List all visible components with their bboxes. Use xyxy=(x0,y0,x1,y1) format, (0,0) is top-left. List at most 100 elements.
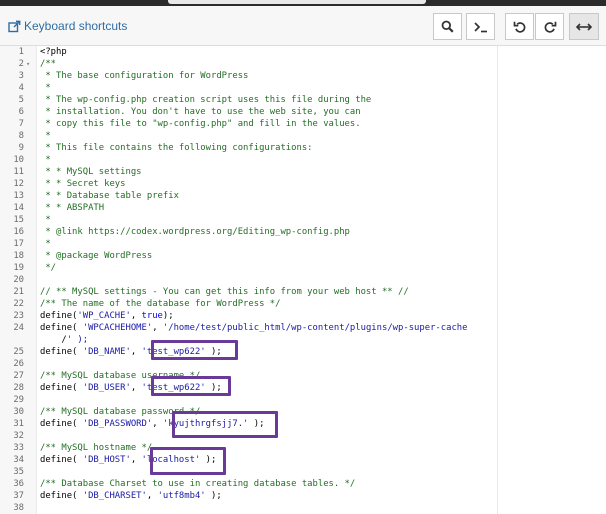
code-line[interactable]: 18 * @package WordPress xyxy=(0,250,606,262)
line-number: 37 xyxy=(13,491,24,501)
editor-toolbar: Keyboard shortcuts xyxy=(0,6,606,46)
line-number: 6 xyxy=(18,107,24,117)
line-code: * xyxy=(40,215,51,225)
line-code: * xyxy=(40,83,51,93)
code-line[interactable]: 21 // ** MySQL settings - You can get thi… xyxy=(0,286,606,298)
code-line[interactable]: 36 /** Database Charset to use in creatin… xyxy=(0,478,606,490)
code-line[interactable]: 14 * * ABSPATH xyxy=(0,202,606,214)
code-line[interactable]: 37 define( 'DB_CHARSET', 'utf8mb4' ); xyxy=(0,490,606,502)
code-line[interactable]: 20 xyxy=(0,274,606,286)
code-line[interactable]: 27 /** MySQL database username */ xyxy=(0,370,606,382)
undo-button[interactable] xyxy=(505,13,534,40)
code-line[interactable]: 2 ▾ /** xyxy=(0,58,606,70)
code-line[interactable]: 19 */ xyxy=(0,262,606,274)
line-code: * xyxy=(40,155,51,165)
line-number: 29 xyxy=(13,395,24,405)
line-number: 38 xyxy=(13,503,24,513)
code-line[interactable]: 7 * copy this file to "wp-config.php" an… xyxy=(0,118,606,130)
code-line[interactable]: 8 * xyxy=(0,130,606,142)
code-line[interactable]: 11 * * MySQL settings xyxy=(0,166,606,178)
line-number: 34 xyxy=(13,455,24,465)
line-code: * The wp-config.php creation script uses… xyxy=(40,95,372,105)
line-number: 25 xyxy=(13,347,24,357)
redo-icon xyxy=(543,20,557,34)
line-code: /** The name of the database for WordPre… xyxy=(40,299,281,309)
browser-tab xyxy=(168,0,426,4)
external-link-icon xyxy=(8,20,21,33)
word-wrap-toggle[interactable] xyxy=(569,13,599,40)
line-code: * * Secret keys xyxy=(40,179,126,189)
line-number: 17 xyxy=(13,239,24,249)
code-line[interactable]: 1 <?php xyxy=(0,46,606,58)
code-line[interactable]: 38 xyxy=(0,502,606,514)
code-line[interactable]: 33 /** MySQL hostname */ xyxy=(0,442,606,454)
line-code: * This file contains the following confi… xyxy=(40,143,313,153)
code-line[interactable]: 32 xyxy=(0,430,606,442)
search-button[interactable] xyxy=(433,13,462,40)
line-number: 22 xyxy=(13,299,24,309)
goto-line-button[interactable] xyxy=(466,13,495,40)
code-line[interactable]: 25 define( 'DB_NAME', 'test_wp622' ); xyxy=(0,346,606,358)
code-line[interactable]: 13 * * Database table prefix xyxy=(0,190,606,202)
line-number: 16 xyxy=(13,227,24,237)
code-line[interactable]: 3 * The base configuration for WordPress xyxy=(0,70,606,82)
code-line[interactable]: 35 xyxy=(0,466,606,478)
line-number: 26 xyxy=(13,359,24,369)
line-number: 30 xyxy=(13,407,24,417)
code-line[interactable]: 24 define( 'WPCACHEHOME', '/home/test/pub… xyxy=(0,322,606,334)
line-code: /** xyxy=(40,59,57,69)
line-number: 24 xyxy=(13,323,24,333)
line-code: define( 'DB_HOST', 'localhost' ); xyxy=(40,455,217,465)
search-icon xyxy=(441,20,454,33)
line-number: 13 xyxy=(13,191,24,201)
code-line[interactable]: 22 /** The name of the database for WordP… xyxy=(0,298,606,310)
line-code: define( 'WPCACHEHOME', '/home/test/publi… xyxy=(40,323,468,333)
line-number: 14 xyxy=(13,203,24,213)
line-code: * installation. You don't have to use th… xyxy=(40,107,361,117)
code-line[interactable]: 28 define( 'DB_USER', 'test_wp622' ); xyxy=(0,382,606,394)
line-number: 12 xyxy=(13,179,24,189)
code-line[interactable]: 15 * xyxy=(0,214,606,226)
code-line[interactable]: /' ); xyxy=(0,334,606,346)
code-line[interactable]: 10 * xyxy=(0,154,606,166)
line-number: 3 xyxy=(18,71,24,81)
code-line[interactable]: 6 * installation. You don't have to use … xyxy=(0,106,606,118)
line-number: 19 xyxy=(13,263,24,273)
line-code: * The base configuration for WordPress xyxy=(40,71,249,81)
code-line[interactable]: 5 * The wp-config.php creation script us… xyxy=(0,94,606,106)
wrap-icon xyxy=(576,22,592,32)
line-code: /** Database Charset to use in creating … xyxy=(40,479,356,489)
code-line[interactable]: 12 * * Secret keys xyxy=(0,178,606,190)
code-line[interactable]: 4 * xyxy=(0,82,606,94)
line-number: 8 xyxy=(18,131,24,141)
line-number: 23 xyxy=(13,311,24,321)
line-number: 11 xyxy=(13,167,24,177)
code-line[interactable]: 16 * @link https://codex.wordpress.org/E… xyxy=(0,226,606,238)
keyboard-shortcuts-link[interactable]: Keyboard shortcuts xyxy=(8,19,127,33)
line-number: 1 xyxy=(18,47,24,57)
line-code: * @package WordPress xyxy=(40,251,153,261)
terminal-icon xyxy=(473,21,489,33)
line-code: /' ); xyxy=(40,335,89,345)
code-line[interactable]: 34 define( 'DB_HOST', 'localhost' ); xyxy=(0,454,606,466)
code-line[interactable]: 17 * xyxy=(0,238,606,250)
line-number: 27 xyxy=(13,371,24,381)
line-code: * * Database table prefix xyxy=(40,191,179,201)
line-code: define( 'DB_USER', 'test_wp622' ); xyxy=(40,383,222,393)
code-line[interactable]: 23 define('WP_CACHE', true); xyxy=(0,310,606,322)
code-line[interactable]: 30 /** MySQL database password */ xyxy=(0,406,606,418)
line-number: 5 xyxy=(18,95,24,105)
line-code: /** MySQL database password */ xyxy=(40,407,201,417)
code-lines[interactable]: 1 <?php 2 ▾/** 3 * The base configuration fo… xyxy=(0,46,606,514)
code-editor[interactable]: 1 <?php 2 ▾/** 3 * The base configuration fo… xyxy=(0,46,606,514)
line-code: * * ABSPATH xyxy=(40,203,105,213)
line-number: 4 xyxy=(18,83,24,93)
redo-button[interactable] xyxy=(535,13,564,40)
code-line[interactable]: 26 xyxy=(0,358,606,370)
code-line[interactable]: 29 xyxy=(0,394,606,406)
code-line[interactable]: 9 * This file contains the following con… xyxy=(0,142,606,154)
line-number: 33 xyxy=(13,443,24,453)
keyboard-shortcuts-label: Keyboard shortcuts xyxy=(24,19,128,33)
code-line[interactable]: 31 define( 'DB_PASSWORD', 'kyujthrgfsjj7.… xyxy=(0,418,606,430)
fold-arrow-icon[interactable]: ▾ xyxy=(26,58,30,70)
